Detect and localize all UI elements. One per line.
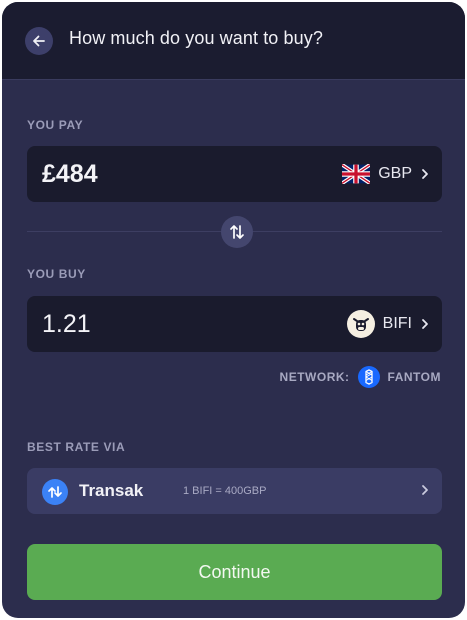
back-button[interactable] (25, 27, 53, 55)
buy-amount[interactable]: 1.21 (42, 310, 91, 339)
currency-selector[interactable]: GBP (342, 146, 430, 202)
header: How much do you want to buy? (2, 2, 465, 80)
arrow-left-icon (33, 35, 45, 47)
pay-amount-field[interactable]: £484 GBP (27, 146, 442, 202)
transak-icon (42, 479, 68, 505)
provider-name: Transak (79, 481, 144, 500)
token-code: BIFI (382, 315, 412, 332)
buy-amount-field[interactable]: 1.21 BIFI (27, 296, 442, 352)
network-name: FANTOM (387, 370, 441, 384)
network-info: NETWORK: FANTOM (280, 366, 441, 388)
uk-flag-icon (342, 164, 371, 184)
bifi-cow-icon (346, 310, 375, 338)
swap-button[interactable] (221, 216, 253, 248)
chevron-right-icon (420, 168, 430, 180)
currency-code: GBP (378, 165, 412, 182)
exchange-rate: 1 BIFI = 400GBP (183, 485, 267, 497)
page-title: How much do you want to buy? (69, 28, 323, 48)
chevron-right-icon (420, 318, 430, 330)
token-selector[interactable]: BIFI (346, 296, 430, 352)
pay-amount[interactable]: £484 (42, 160, 98, 189)
fantom-icon (357, 366, 380, 388)
swap-arrows-icon (230, 225, 244, 239)
you-pay-label: YOU PAY (27, 118, 84, 132)
you-buy-label: YOU BUY (27, 267, 86, 281)
network-label: NETWORK: (279, 370, 350, 384)
buy-card: How much do you want to buy? YOU PAY £48… (2, 2, 465, 618)
rate-provider-selector[interactable]: Transak 1 BIFI = 400GBP (27, 468, 442, 514)
best-rate-label: BEST RATE VIA (27, 440, 126, 454)
chevron-right-icon (420, 483, 430, 502)
continue-button[interactable]: Continue (27, 544, 442, 600)
